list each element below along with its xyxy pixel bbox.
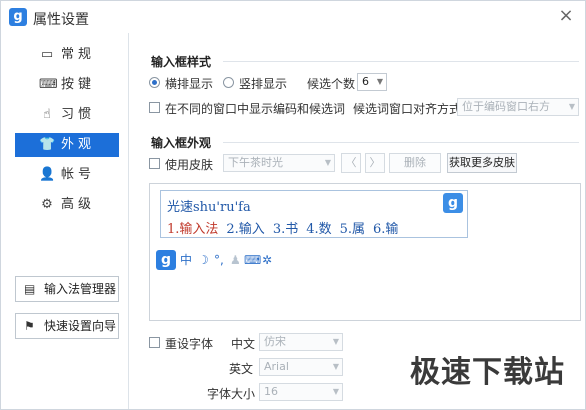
use-skin-label: 使用皮肤 [165, 158, 214, 172]
chinese-font-value: 仿宋 [264, 335, 286, 348]
user-icon: 👤 [39, 167, 56, 182]
sidebar-item-label: 高级 [61, 197, 96, 212]
chevron-down-icon: ▼ [568, 102, 575, 111]
mouse-icon: ☝ [43, 107, 51, 122]
chevron-down-icon: ▼ [332, 387, 339, 396]
ime-manager-button[interactable]: ▤ 输入法管理器 [15, 276, 119, 302]
separate-window-label: 在不同的窗口中显示编码和候选词 [165, 102, 346, 116]
section-divider [223, 142, 579, 143]
chinese-mode-icon: 中 [180, 253, 193, 267]
appearance-section-title: 输入框外观 [151, 136, 212, 150]
skin-select[interactable]: 下午茶时光 ▼ [223, 154, 335, 172]
sidebar-item-label: 习惯 [61, 107, 96, 122]
pinyin-text: 光速shu'ru'fa [167, 200, 251, 215]
next-skin-button[interactable]: 〉 [365, 153, 385, 173]
list-icon: ▤ [24, 282, 36, 296]
sogou-logo-icon: g [156, 250, 176, 270]
chevron-down-icon: ▼ [332, 337, 339, 346]
english-font-label: 英文 [229, 362, 254, 376]
horizontal-label: 横排显示 [165, 77, 214, 91]
english-font-value: Arial [264, 360, 289, 373]
align-label: 候选词窗口对齐方式 [353, 102, 462, 116]
sidebar-item-label: 帐号 [61, 167, 96, 182]
english-font-select[interactable]: Arial ▼ [259, 358, 343, 376]
ime-manager-label: 输入法管理器 [44, 282, 117, 296]
gear-icon: ⚙ [41, 197, 53, 212]
separate-window-checkbox[interactable] [149, 102, 160, 113]
vertical-radio[interactable] [223, 77, 234, 88]
use-skin-checkbox[interactable] [149, 158, 160, 169]
quick-setup-button[interactable]: ⚑ 快速设置向导 [15, 313, 119, 339]
font-size-select[interactable]: 16 ▼ [259, 383, 343, 401]
chevron-down-icon: ▼ [376, 77, 383, 86]
sogou-logo-icon: g [443, 193, 463, 213]
chevron-down-icon: ▼ [324, 158, 331, 167]
delete-skin-button[interactable]: 删除 [389, 153, 441, 173]
prev-skin-button[interactable]: 〈 [341, 153, 361, 173]
reset-font-label: 重设字体 [165, 337, 214, 351]
candidate-count-select[interactable]: 6 ▼ [357, 73, 387, 91]
get-more-skins-button[interactable]: 获取更多皮肤 [447, 153, 517, 173]
candidate-count-label: 候选个数 [307, 77, 356, 91]
candidate-item: 5.属 [339, 222, 366, 237]
skin-preview: 光速shu'ru'fa 1.输入法 2.输入 3.书 4.数 5.属 6.输 g g 中 … [149, 183, 581, 321]
sidebar-item-habits[interactable]: ☝ 习惯 [15, 103, 119, 127]
align-select[interactable]: 位于编码窗口右方 ▼ [457, 98, 579, 116]
chevron-left-icon: 〈 [345, 156, 357, 169]
keyboard-icon: ⌨ [39, 77, 58, 92]
settings-icon: ✲ [262, 253, 273, 267]
chevron-down-icon: ▼ [332, 362, 339, 371]
sidebar-item-keys[interactable]: ⌨ 按键 [15, 73, 119, 97]
candidate-count-value: 6 [362, 75, 369, 88]
vertical-label: 竖排显示 [239, 77, 288, 91]
sidebar-item-label: 外观 [61, 137, 96, 152]
candidate-list: 1.输入法 2.输入 3.书 4.数 5.属 6.输 [167, 218, 406, 237]
sidebar-item-account[interactable]: 👤 帐号 [15, 163, 119, 187]
candidate-item: 1.输入法 [167, 222, 219, 237]
font-size-label: 字体大小 [207, 387, 256, 401]
horizontal-radio[interactable] [149, 77, 160, 88]
input-style-section-title: 输入框样式 [151, 55, 212, 69]
watermark: 极速下载站 [410, 355, 565, 390]
shirt-icon: 👕 [39, 137, 56, 152]
section-divider [223, 61, 579, 62]
close-button[interactable]: × [555, 5, 577, 27]
font-size-value: 16 [264, 385, 278, 398]
sidebar-item-appearance[interactable]: 👕 外观 [15, 133, 119, 157]
chevron-right-icon: 〉 [369, 156, 381, 169]
title-bar: g 属性设置 × [1, 1, 585, 33]
flag-icon: ⚑ [24, 319, 35, 333]
sidebar-item-general[interactable]: ▭ 常规 [15, 43, 119, 67]
user-status-icon: ♟ [230, 253, 241, 267]
ime-status-bar: g 中 ☽ °, ♟ ⌨ ✲ [156, 250, 280, 270]
properties-window: g 属性设置 × ▭ 常规 ⌨ 按键 ☝ 习惯 👕 外观 👤 帐号 ⚙ 高级 ▤… [0, 0, 586, 410]
skin-value: 下午茶时光 [228, 156, 283, 169]
moon-icon: ☽ [198, 253, 209, 267]
candidate-window: 光速shu'ru'fa 1.输入法 2.输入 3.书 4.数 5.属 6.输 g [160, 190, 468, 238]
sidebar: ▭ 常规 ⌨ 按键 ☝ 习惯 👕 外观 👤 帐号 ⚙ 高级 ▤ 输入法管理器 ⚑ [1, 33, 129, 409]
chinese-font-select[interactable]: 仿宋 ▼ [259, 333, 343, 351]
candidate-item: 2.输入 [226, 222, 265, 237]
sidebar-item-label: 常规 [61, 47, 96, 62]
candidate-item: 4.数 [306, 222, 332, 237]
candidate-item: 3.书 [272, 222, 299, 237]
window-title: 属性设置 [33, 12, 89, 28]
monitor-icon: ▭ [40, 47, 54, 62]
sidebar-item-advanced[interactable]: ⚙ 高级 [15, 193, 119, 217]
candidate-item: 6.输 [373, 222, 399, 237]
soft-keyboard-icon: ⌨ [244, 253, 262, 267]
chinese-font-label: 中文 [231, 337, 256, 351]
sidebar-item-label: 按键 [61, 77, 96, 92]
reset-font-checkbox[interactable] [149, 337, 160, 348]
punctuation-icon: °, [214, 253, 224, 267]
align-value: 位于编码窗口右方 [462, 100, 550, 113]
sogou-logo-icon: g [9, 8, 27, 26]
quick-setup-label: 快速设置向导 [44, 319, 117, 333]
